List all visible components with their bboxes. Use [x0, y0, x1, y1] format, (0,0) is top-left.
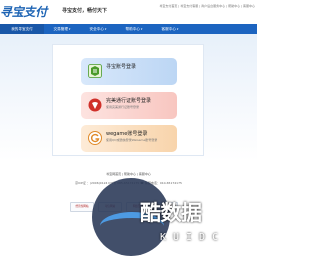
- wegame-login-button[interactable]: wegame账号登录 使用QQ或微信登录WeGame账号登录: [81, 125, 177, 152]
- top-links[interactable]: 寻宝支付首页 | 寻宝支付客服 | 商户后台服务中心 | 帮助中心 | 客服中心: [159, 4, 255, 8]
- nav-item-label: 交易管理: [53, 27, 68, 31]
- chevron-down-icon: ▾: [104, 27, 107, 31]
- slogan: 寻宝支付，畅付天下: [62, 8, 108, 14]
- footer-links[interactable]: 寻宝网首页 | 帮助中心 | 客服中心: [0, 172, 257, 176]
- nav-item-label: 帮助中心: [125, 27, 140, 31]
- wegame-icon: [88, 131, 102, 145]
- login-option-desc: 使用完美通行证账号登录: [106, 105, 140, 109]
- main-nav: 我的寻宝支付 交易管理▾ 安全中心▾ 帮助中心▾ 客服中心▾: [0, 24, 257, 34]
- nav-item-service[interactable]: 客服中心▾: [152, 24, 188, 34]
- login-option-title: 完美通行证账号登录: [106, 98, 152, 104]
- main-area: 寻宝账号登录 完美通行证账号登录 使用完美通行证账号登录 wegame账号登录 …: [0, 34, 257, 161]
- nav-item-security[interactable]: 安全中心▾: [80, 24, 116, 34]
- nav-item-label: 我的寻宝支付: [11, 27, 33, 31]
- trust-badge[interactable]: 经营性网站: [70, 202, 94, 212]
- login-option-title: wegame账号登录: [106, 131, 148, 137]
- nav-item-transactions[interactable]: 交易管理▾: [44, 24, 80, 34]
- login-option-title: 寻宝账号登录: [106, 64, 137, 70]
- xunbao-login-button[interactable]: 寻宝账号登录: [81, 58, 177, 85]
- nav-item-help[interactable]: 帮助中心▾: [116, 24, 152, 34]
- perfect-world-login-button[interactable]: 完美通行证账号登录 使用完美通行证账号登录: [81, 92, 177, 119]
- xunbao-icon: [88, 64, 102, 78]
- logo[interactable]: 寻宝支付: [0, 2, 56, 22]
- login-option-desc: 使用QQ或微信登录WeGame账号登录: [106, 138, 158, 142]
- nav-item-label: 客服中心: [161, 27, 176, 31]
- nav-item-my-account[interactable]: 我的寻宝支付: [0, 24, 44, 34]
- watermark-subtext: KUIDC: [160, 232, 226, 243]
- top-bar: 寻宝支付 寻宝支付，畅付天下 寻宝支付首页 | 寻宝支付客服 | 商户后台服务中…: [0, 0, 257, 24]
- chevron-down-icon: ▾: [140, 27, 143, 31]
- login-panel: 寻宝账号登录 完美通行证账号登录 使用完美通行证账号登录 wegame账号登录 …: [52, 44, 204, 156]
- nav-item-label: 安全中心: [89, 27, 104, 31]
- perfect-world-icon: [88, 98, 102, 112]
- chevron-down-icon: ▾: [176, 27, 179, 31]
- chevron-down-icon: ▾: [68, 27, 71, 31]
- watermark-text: 酷数据: [140, 201, 202, 225]
